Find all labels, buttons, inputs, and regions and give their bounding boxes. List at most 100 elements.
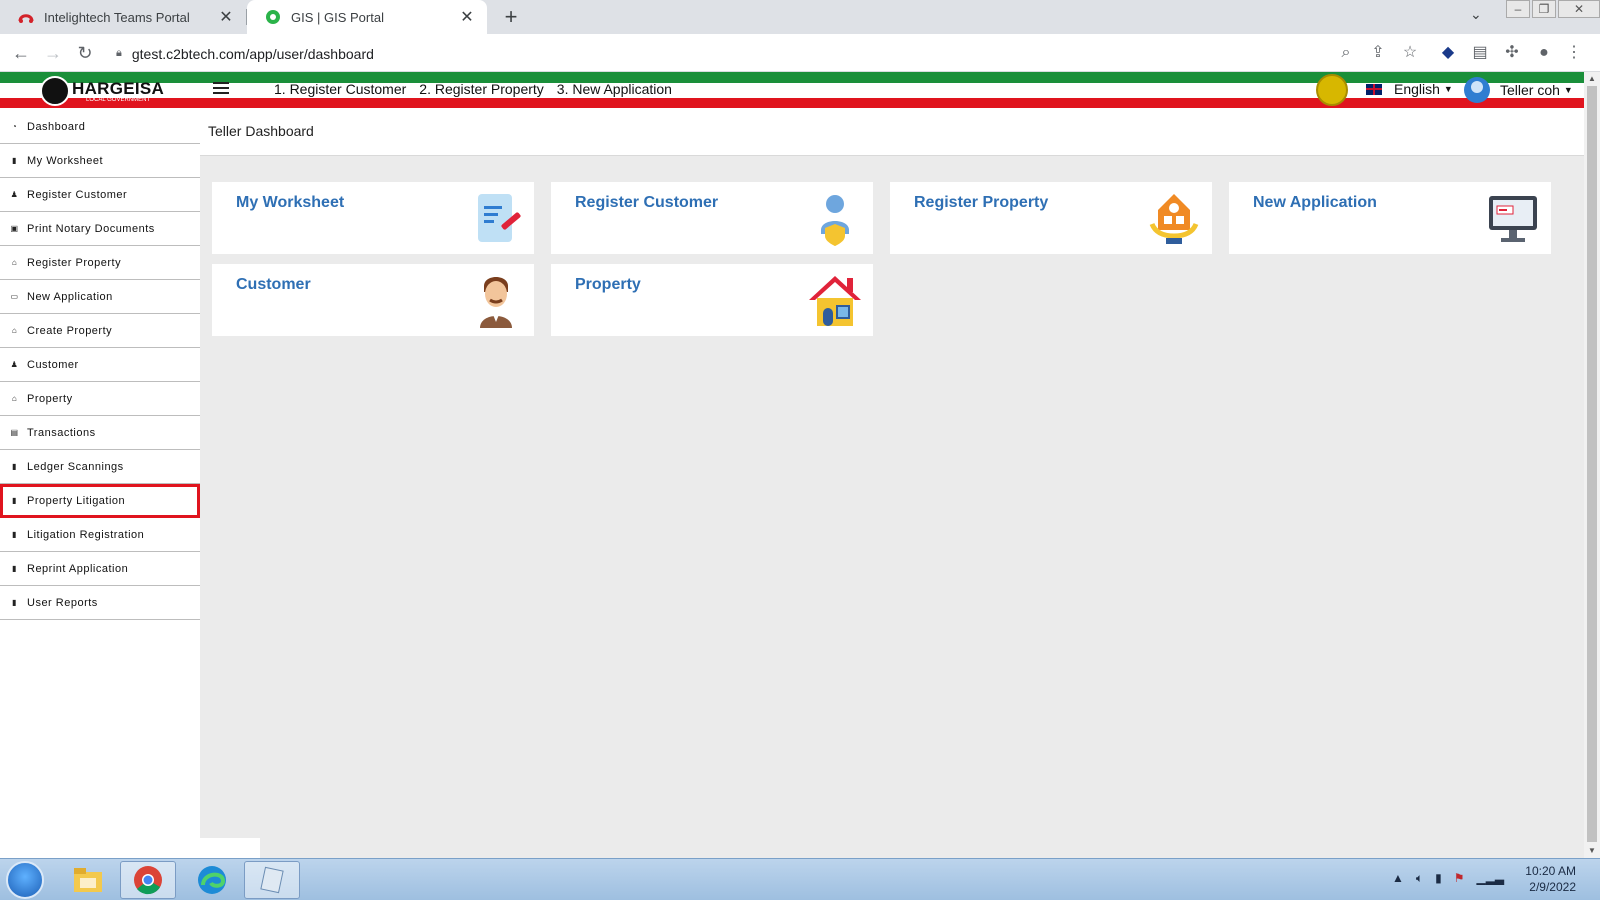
language-dropdown[interactable]: English ▼: [1366, 81, 1453, 97]
bookmark-star-icon[interactable]: ☆: [1400, 43, 1420, 63]
notepad-taskbar-icon[interactable]: [244, 861, 300, 899]
card-label: Register Customer: [575, 194, 719, 211]
user-icon: ♟: [10, 190, 19, 199]
hamburger-menu-icon[interactable]: [213, 82, 231, 96]
sidebar-item-dashboard[interactable]: ◔ Dashboard: [0, 110, 200, 144]
show-hidden-icons-chevron-icon[interactable]: ▲: [1392, 871, 1404, 886]
file-explorer-icon[interactable]: [60, 861, 116, 899]
government-seal-icon: [1316, 74, 1348, 106]
card-my-worksheet[interactable]: My Worksheet: [212, 182, 534, 254]
sidebar-item-label: My Worksheet: [27, 154, 104, 167]
footer-strip: [200, 838, 260, 858]
caret-down-icon: ▼: [1563, 85, 1573, 95]
share-icon[interactable]: ⇪: [1368, 43, 1388, 63]
system-clock[interactable]: 10:20 AM 2/9/2022: [1516, 863, 1576, 895]
browser-tab-gis-portal[interactable]: GIS | GIS Portal ✕: [247, 0, 487, 34]
sidebar-item-ledger-scannings[interactable]: ▮ Ledger Scannings: [0, 450, 200, 484]
card-register-customer[interactable]: Register Customer: [551, 182, 873, 254]
sidebar-item-label: Create Property: [27, 324, 113, 337]
quick-link-new-application[interactable]: 3. New Application: [557, 81, 672, 97]
sidebar-item-register-customer[interactable]: ♟ Register Customer: [0, 178, 200, 212]
scroll-down-icon[interactable]: ▼: [1584, 844, 1600, 858]
main-content: Teller Dashboard My Worksheet Register C…: [200, 110, 1584, 858]
scroll-up-icon[interactable]: ▲: [1584, 72, 1600, 86]
sidebar-item-create-property[interactable]: ⌂ Create Property: [0, 314, 200, 348]
sidebar-item-label: Customer: [27, 358, 79, 371]
sidebar-item-print-notary-documents[interactable]: ▣ Print Notary Documents: [0, 212, 200, 246]
home-icon: ⌂: [11, 394, 18, 403]
quick-link-register-customer[interactable]: 1. Register Customer: [274, 81, 406, 97]
sidebar-item-user-reports[interactable]: ▮ User Reports: [0, 586, 200, 620]
windows-taskbar: ▲ 🔈︎ ▮ ⚑ ▁▂▃ 10:20 AM 2/9/2022: [0, 858, 1600, 900]
tab-search-chevron-icon[interactable]: ⌄: [1470, 6, 1482, 23]
vertical-scrollbar[interactable]: ▲ ▼: [1584, 72, 1600, 858]
hargeisa-logo[interactable]: HARGEISA LOCAL GOVERNMENT: [40, 76, 164, 106]
sidebar-nav: ◔ Dashboard ▮ My Worksheet ♟ Register Custo…: [0, 110, 200, 858]
battery-icon[interactable]: ▮: [1435, 871, 1442, 886]
sidebar-item-label: Property Litigation: [27, 494, 126, 507]
window-close-button[interactable]: ✕: [1558, 0, 1600, 18]
tab-title: GIS | GIS Portal: [291, 9, 384, 25]
profile-avatar-icon[interactable]: ●: [1534, 43, 1554, 63]
network-signal-icon[interactable]: ▁▂▃: [1476, 871, 1504, 886]
restore-button[interactable]: ❐: [1532, 0, 1556, 18]
gis-portal-favicon-icon: [265, 9, 281, 25]
monitor-icon: ▭: [10, 292, 19, 301]
sidebar-item-label: Register Property: [27, 256, 122, 269]
card-register-property[interactable]: Register Property: [890, 182, 1212, 254]
reload-icon[interactable]: ↻: [74, 42, 96, 64]
property-icon: [807, 272, 863, 328]
card-label: Customer: [236, 276, 311, 293]
app-header: HARGEISA LOCAL GOVERNMENT 1. Register Cu…: [0, 72, 1584, 110]
sidebar-item-litigation-registration[interactable]: ▮ Litigation Registration: [0, 518, 200, 552]
sidebar-item-customer[interactable]: ♟ Customer: [0, 348, 200, 382]
sidebar-item-label: Print Notary Documents: [27, 222, 155, 235]
sidebar-item-label: Reprint Application: [27, 562, 129, 575]
sidebar-item-my-worksheet[interactable]: ▮ My Worksheet: [0, 144, 200, 178]
sidebar-item-reprint-application[interactable]: ▮ Reprint Application: [0, 552, 200, 586]
customer-icon: [468, 272, 524, 328]
clock-date: 2/9/2022: [1529, 880, 1576, 894]
sidebar-item-property-litigation[interactable]: ▮ Property Litigation: [0, 484, 200, 518]
extensions-puzzle-icon[interactable]: ✣: [1502, 43, 1522, 63]
browser-tab-teams-portal[interactable]: Intelightech Teams Portal ✕: [0, 0, 246, 34]
minimize-button[interactable]: –: [1506, 0, 1530, 18]
scrollbar-thumb[interactable]: [1587, 86, 1597, 842]
sidebar-item-new-application[interactable]: ▭ New Application: [0, 280, 200, 314]
clipboard-extension-icon[interactable]: ▤: [1470, 43, 1490, 63]
sidebar-item-label: Property: [27, 392, 73, 405]
user-menu-dropdown[interactable]: Teller coh ▼: [1464, 77, 1573, 103]
card-customer[interactable]: Customer: [212, 264, 534, 336]
document-icon: ▮: [12, 156, 17, 165]
document-icon: ▮: [12, 564, 17, 573]
print-icon: ▣: [10, 224, 19, 233]
sidebar-item-transactions[interactable]: ▤ Transactions: [0, 416, 200, 450]
url-text: gtest.c2btech.com/app/user/dashboard: [131, 45, 374, 62]
card-label: Register Property: [914, 194, 1049, 211]
forward-arrow-icon[interactable]: →: [42, 42, 64, 64]
windows-start-button[interactable]: [6, 861, 44, 899]
action-center-flag-icon[interactable]: ⚑: [1454, 871, 1465, 886]
edge-taskbar-icon[interactable]: [184, 861, 240, 899]
sidebar-item-property[interactable]: ⌂ Property: [0, 382, 200, 416]
close-tab-icon[interactable]: ✕: [459, 7, 475, 27]
browser-toolbar: ← → ↻ 🔒︎ gtest.c2btech.com/app/user/dash…: [0, 34, 1600, 72]
card-new-application[interactable]: New Application: [1229, 182, 1551, 254]
quick-link-register-property[interactable]: 2. Register Property: [419, 81, 544, 97]
card-property[interactable]: Property: [551, 264, 873, 336]
new-tab-button[interactable]: +: [498, 4, 524, 30]
document-icon: ▮: [12, 496, 17, 505]
browser-menu-icon[interactable]: ⋮: [1564, 43, 1584, 63]
card-label: New Application: [1253, 194, 1377, 211]
back-arrow-icon[interactable]: ←: [10, 42, 32, 64]
volume-icon[interactable]: 🔈︎: [1416, 871, 1423, 886]
close-tab-icon[interactable]: ✕: [218, 7, 234, 27]
worksheet-icon: [468, 190, 524, 246]
sidebar-item-label: Register Customer: [27, 188, 128, 201]
password-manager-icon[interactable]: ◆: [1438, 43, 1458, 63]
home-icon: ⌂: [11, 326, 18, 335]
address-bar[interactable]: 🔒︎ gtest.c2btech.com/app/user/dashboard: [116, 40, 1430, 67]
sidebar-item-register-property[interactable]: ⌂ Register Property: [0, 246, 200, 280]
zoom-icon[interactable]: ⌕: [1336, 43, 1356, 63]
chrome-taskbar-icon[interactable]: [120, 861, 176, 899]
